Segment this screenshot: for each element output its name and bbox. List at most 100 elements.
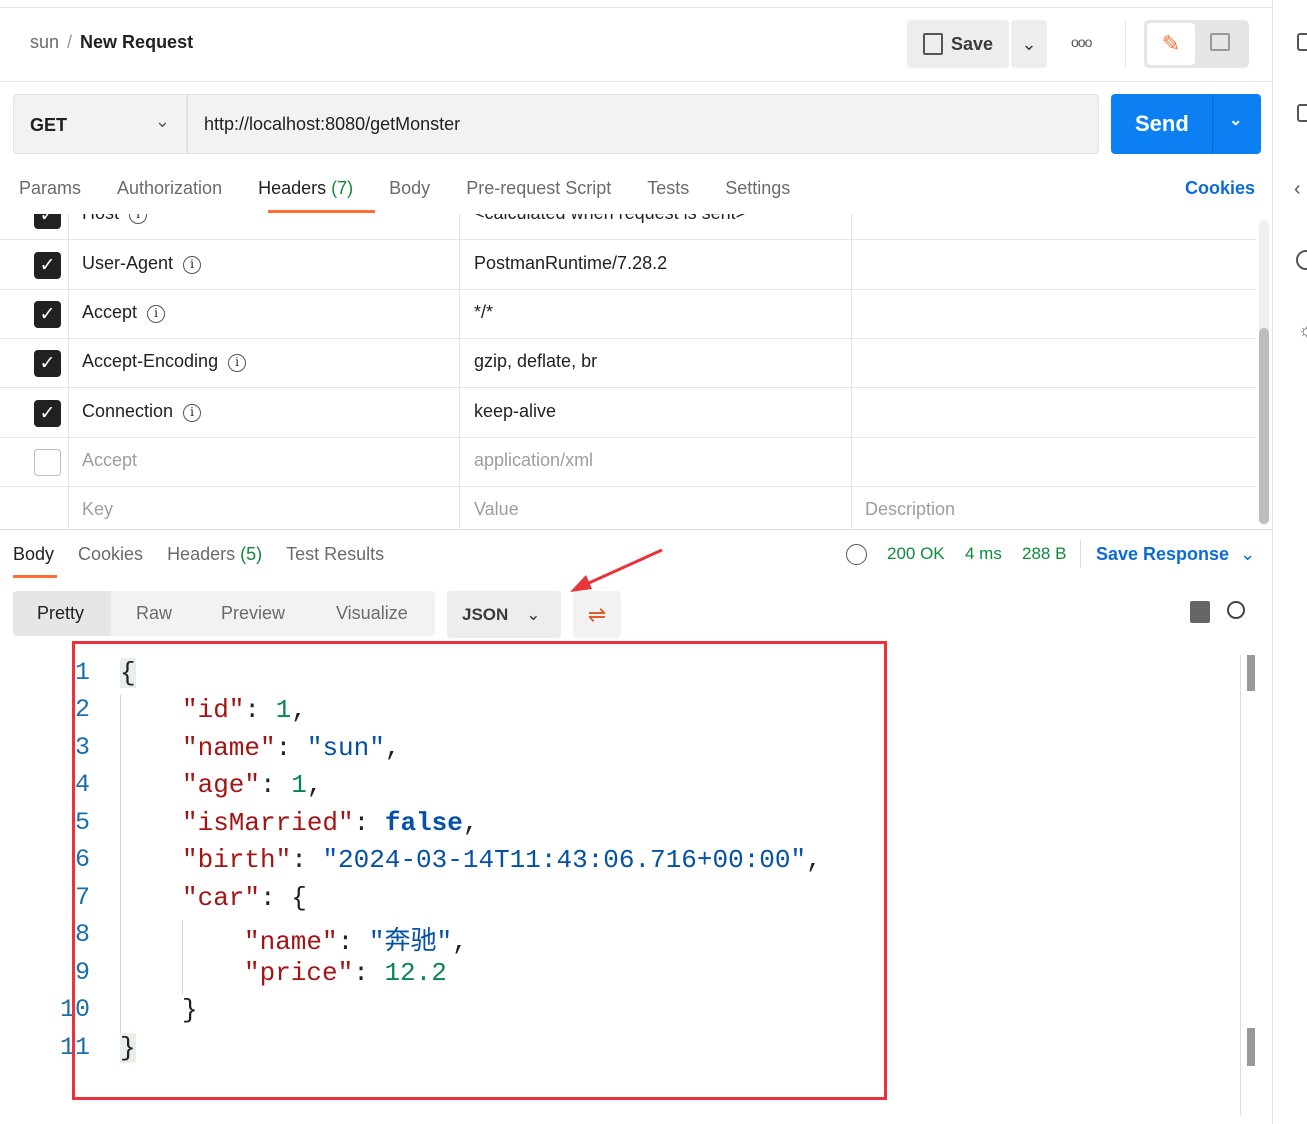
chevron-down-icon[interactable]: ⌄ bbox=[1229, 110, 1242, 130]
view-mode-segmented: Pretty Raw Preview Visualize bbox=[13, 591, 435, 636]
table-row-new: Key Value Description bbox=[0, 486, 1256, 530]
checkbox-checked[interactable]: ✓ bbox=[34, 350, 61, 377]
right-sidebar bbox=[1272, 0, 1307, 1124]
save-response-button[interactable]: Save Response ⌄ bbox=[1096, 544, 1255, 565]
table-row: ✓ User-Agent i PostmanRuntime/7.28.2 bbox=[0, 240, 1256, 290]
table-row: ✓ Accept i */* bbox=[0, 289, 1256, 339]
tab-label: Headers bbox=[258, 178, 327, 198]
response-size[interactable]: 288 B bbox=[1022, 544, 1066, 564]
pencil-icon[interactable]: ✎ bbox=[1147, 23, 1195, 65]
annotation-highlight-box bbox=[72, 641, 887, 1100]
info-icon[interactable]: i bbox=[183, 404, 202, 422]
view-pretty[interactable]: Pretty bbox=[13, 591, 111, 636]
header-value[interactable]: PostmanRuntime/7.28.2 bbox=[474, 253, 667, 274]
request-name[interactable]: New Request bbox=[80, 32, 193, 52]
tab-authorization[interactable]: Authorization bbox=[117, 178, 222, 199]
checkbox-checked[interactable]: ✓ bbox=[34, 252, 61, 279]
cookies-link[interactable]: Cookies bbox=[1185, 178, 1255, 199]
code-icon[interactable]: ‹ bbox=[1294, 178, 1301, 201]
chevron-down-icon: ⌄ bbox=[154, 111, 170, 131]
header-key[interactable]: Accept bbox=[82, 450, 137, 471]
method-select[interactable]: GET ⌄ bbox=[13, 94, 187, 154]
header-value[interactable]: gzip, deflate, br bbox=[474, 351, 597, 372]
tab-test-results[interactable]: Test Results bbox=[286, 544, 384, 565]
response-time[interactable]: 4 ms bbox=[965, 544, 1002, 564]
info-icon[interactable]: i bbox=[147, 305, 166, 323]
mode-toggle: ✎ bbox=[1144, 20, 1249, 68]
ellipsis-icon[interactable]: ooo bbox=[1071, 34, 1092, 50]
header-value[interactable]: */* bbox=[474, 302, 493, 323]
header-key[interactable]: Accept bbox=[82, 302, 137, 322]
view-preview[interactable]: Preview bbox=[221, 603, 285, 624]
tab-response-cookies[interactable]: Cookies bbox=[78, 544, 143, 565]
view-visualize[interactable]: Visualize bbox=[336, 603, 408, 624]
breadcrumb-collection[interactable]: sun bbox=[30, 32, 59, 52]
send-label: Send bbox=[1135, 111, 1189, 136]
chevron-down-icon: ⌄ bbox=[1240, 544, 1256, 564]
search-icon[interactable] bbox=[1227, 601, 1245, 619]
globe-icon[interactable] bbox=[846, 544, 867, 565]
save-button[interactable]: Save bbox=[907, 20, 1009, 68]
value-input[interactable]: Value bbox=[474, 499, 519, 520]
tab-response-body[interactable]: Body bbox=[13, 544, 54, 565]
tab-body[interactable]: Body bbox=[389, 178, 430, 199]
annotation-arrow bbox=[570, 548, 663, 592]
url-input[interactable]: http://localhost:8080/getMonster bbox=[187, 94, 1099, 154]
send-button[interactable]: Send ⌄ bbox=[1111, 94, 1261, 154]
key-input[interactable]: Key bbox=[82, 499, 113, 520]
checkbox-unchecked[interactable] bbox=[34, 449, 61, 476]
table-row: ✓ Connection i keep-alive bbox=[0, 388, 1256, 438]
save-dropdown-button[interactable]: ⌄ bbox=[1011, 20, 1047, 68]
header-key[interactable]: Accept-Encoding bbox=[82, 351, 218, 371]
tab-settings[interactable]: Settings bbox=[725, 178, 790, 199]
divider bbox=[1080, 540, 1081, 568]
view-raw[interactable]: Raw bbox=[136, 603, 172, 624]
status-code[interactable]: 200 OK bbox=[887, 544, 945, 564]
format-select[interactable]: JSON ⌄ bbox=[447, 591, 561, 638]
header-key[interactable]: Connection bbox=[82, 401, 173, 421]
editor-scrollbar-thumb[interactable] bbox=[1247, 655, 1255, 691]
floppy-icon bbox=[922, 33, 943, 55]
divider bbox=[0, 529, 1272, 530]
save-label: Save bbox=[950, 33, 994, 54]
divider bbox=[0, 81, 1272, 82]
active-tab-indicator bbox=[13, 575, 57, 578]
tab-label: Headers bbox=[167, 544, 236, 564]
copy-icon[interactable] bbox=[1190, 601, 1210, 623]
info-icon[interactable]: i bbox=[129, 214, 148, 224]
header-key[interactable]: Host bbox=[82, 214, 119, 223]
tab-headers[interactable]: Headers (7) bbox=[258, 178, 353, 199]
format-label: JSON bbox=[462, 604, 509, 624]
lightbulb-icon[interactable]: ☼ bbox=[1298, 320, 1307, 341]
tab-pre-request-script[interactable]: Pre-request Script bbox=[466, 178, 611, 199]
editor-scrollbar-marker bbox=[1247, 1028, 1255, 1066]
breadcrumb-separator: / bbox=[67, 32, 73, 52]
tab-response-headers[interactable]: Headers (5) bbox=[167, 544, 262, 565]
chevron-down-icon: ⌄ bbox=[1021, 33, 1037, 54]
description-input[interactable]: Description bbox=[865, 499, 955, 520]
header-value[interactable]: application/xml bbox=[474, 450, 593, 471]
checkbox-checked[interactable]: ✓ bbox=[34, 301, 61, 328]
active-tab-indicator bbox=[268, 210, 375, 213]
table-row: ✓ Host i <calculated when request is sent> bbox=[0, 214, 1256, 240]
info-icon[interactable]: i bbox=[183, 256, 202, 274]
method-label: GET bbox=[30, 115, 68, 135]
tab-params[interactable]: Params bbox=[19, 178, 81, 199]
comment-icon[interactable] bbox=[1210, 33, 1230, 51]
info-icon[interactable]: i bbox=[228, 354, 247, 372]
scrollbar[interactable] bbox=[1259, 220, 1269, 525]
save-response-label: Save Response bbox=[1096, 544, 1230, 564]
checkbox-checked[interactable]: ✓ bbox=[34, 400, 61, 427]
headers-table: ✓Hosti<calculated when request is sent> … bbox=[0, 214, 1256, 530]
tab-tests[interactable]: Tests bbox=[647, 178, 689, 199]
tab-count: (7) bbox=[331, 178, 354, 198]
checkbox-checked[interactable]: ✓ bbox=[34, 214, 61, 229]
header-value[interactable]: <calculated when request is sent> bbox=[474, 214, 746, 224]
header-key[interactable]: User-Agent bbox=[82, 253, 173, 273]
comments-icon[interactable] bbox=[1297, 104, 1307, 122]
documentation-icon[interactable] bbox=[1297, 33, 1307, 51]
header-value[interactable]: keep-alive bbox=[474, 401, 556, 422]
chevron-down-icon: ⌄ bbox=[526, 604, 541, 624]
editor-scrollbar-track bbox=[1240, 655, 1241, 1115]
scrollbar-thumb[interactable] bbox=[1259, 328, 1269, 524]
